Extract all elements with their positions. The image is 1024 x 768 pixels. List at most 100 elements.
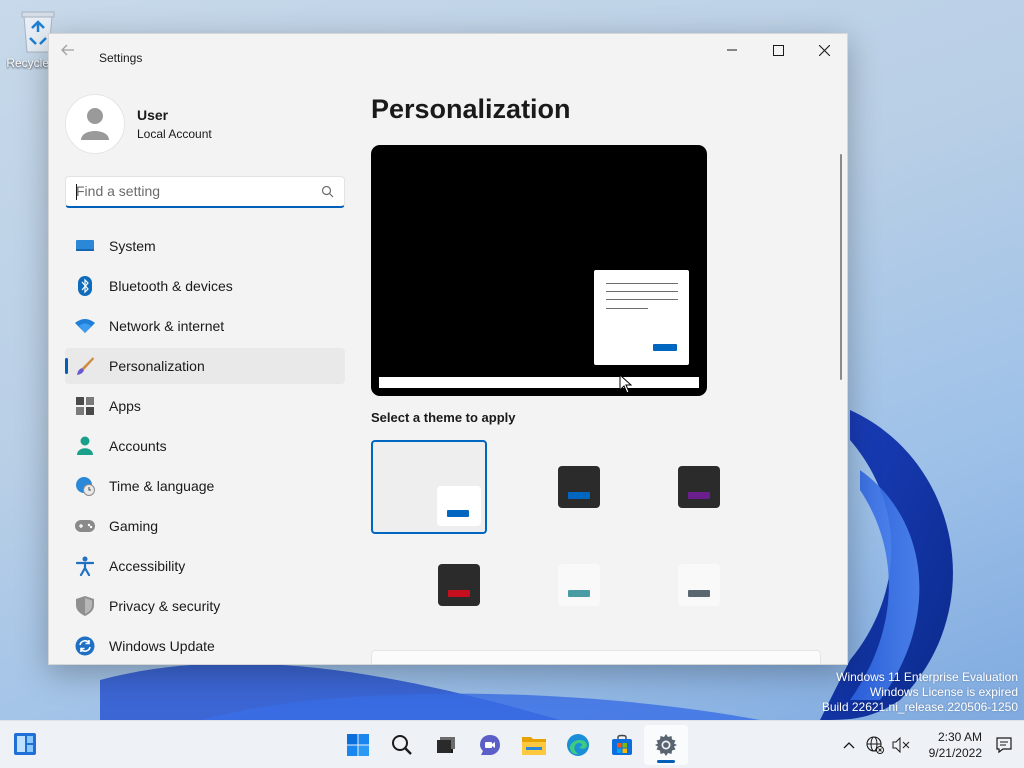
preview-window-card: [594, 270, 689, 365]
search-icon[interactable]: [321, 185, 334, 203]
system-tray: 2:30 AM 9/21/2022: [837, 721, 1024, 768]
speaker-muted-icon: [892, 737, 909, 753]
wifi-icon: [75, 316, 95, 336]
theme-option-flow[interactable]: [521, 538, 637, 632]
close-button[interactable]: [801, 34, 847, 66]
theme-option-light[interactable]: [371, 440, 487, 534]
clock-date: 9/21/2022: [928, 746, 982, 760]
theme-tile: [558, 564, 600, 606]
preview-taskbar: [379, 377, 699, 388]
sidebar-item-label: Windows Update: [109, 638, 215, 654]
globe-clock-icon: [75, 476, 95, 496]
chevron-up-icon: [843, 742, 855, 749]
sidebar-item-label: Time & language: [109, 478, 215, 494]
sidebar-item-label: Network & internet: [109, 318, 225, 334]
taskbar: 2:30 AM 9/21/2022: [0, 720, 1024, 768]
mouse-cursor-icon: [619, 373, 633, 399]
sidebar-item-label: Gaming: [109, 518, 159, 534]
search-icon: [392, 735, 412, 755]
shield-icon: [75, 596, 95, 616]
edge-button[interactable]: [556, 721, 600, 768]
sidebar-item-privacy[interactable]: Privacy & security: [65, 588, 345, 624]
globe-icon: [866, 736, 884, 754]
preview-accent-button: [653, 344, 677, 351]
title-bar: Settings: [49, 34, 847, 66]
user-avatar-icon: [81, 108, 109, 140]
task-view-button[interactable]: [424, 721, 468, 768]
system-icon: [75, 236, 95, 256]
search-box[interactable]: [65, 176, 345, 208]
sidebar-item-gaming[interactable]: Gaming: [65, 508, 345, 544]
next-section-card[interactable]: [371, 650, 821, 664]
back-arrow-icon: [61, 44, 74, 56]
maximize-button[interactable]: [755, 34, 801, 66]
show-hidden-icons-button[interactable]: [837, 733, 861, 757]
sidebar-item-windows-update[interactable]: Windows Update: [65, 628, 345, 664]
volume-button[interactable]: [889, 733, 913, 757]
paintbrush-icon: [75, 356, 95, 376]
sidebar-item-personalization[interactable]: Personalization: [65, 348, 345, 384]
back-button[interactable]: [61, 43, 81, 59]
file-explorer-button[interactable]: [512, 721, 556, 768]
sidebar-item-label: Accounts: [109, 438, 167, 454]
theme-tile: [438, 564, 480, 606]
user-profile[interactable]: User Local Account: [65, 94, 212, 154]
sidebar-nav: System Bluetooth & devices Network & int…: [65, 228, 345, 664]
taskbar-apps: [336, 721, 688, 768]
sidebar-item-bluetooth[interactable]: Bluetooth & devices: [65, 268, 345, 304]
window-title: Settings: [99, 51, 143, 65]
sidebar-item-network[interactable]: Network & internet: [65, 308, 345, 344]
theme-option-dark[interactable]: [521, 440, 637, 534]
theme-tile: [558, 466, 600, 508]
sidebar-item-apps[interactable]: Apps: [65, 388, 345, 424]
apps-icon: [75, 396, 95, 416]
file-explorer-icon: [522, 737, 546, 755]
clock-time: 2:30 AM: [937, 730, 982, 744]
network-status-button[interactable]: [863, 733, 887, 757]
chat-button[interactable]: [468, 721, 512, 768]
notifications-button[interactable]: [992, 733, 1016, 757]
theme-tile: [437, 486, 481, 526]
widgets-icon: [14, 733, 36, 755]
minimize-icon: [727, 49, 737, 51]
minimize-button[interactable]: [709, 34, 755, 66]
text-caret: [76, 184, 77, 200]
theme-section-heading: Select a theme to apply: [371, 410, 516, 425]
theme-preview: [371, 145, 707, 396]
task-view-icon: [437, 737, 455, 753]
update-icon: [75, 636, 95, 656]
start-button[interactable]: [336, 721, 380, 768]
edge-icon: [567, 734, 589, 756]
accessibility-icon: [75, 556, 95, 576]
store-button[interactable]: [600, 721, 644, 768]
settings-icon: [655, 734, 677, 756]
sidebar-item-label: Bluetooth & devices: [109, 278, 233, 294]
sidebar-item-system[interactable]: System: [65, 228, 345, 264]
license-watermark: Windows 11 Enterprise Evaluation Windows…: [822, 670, 1018, 715]
gamepad-icon: [75, 516, 95, 536]
profile-name: User: [137, 107, 169, 123]
bluetooth-icon: [75, 276, 95, 296]
theme-option-glow[interactable]: [641, 440, 757, 534]
start-icon: [347, 734, 369, 756]
content-scrollbar[interactable]: [840, 154, 842, 380]
clock[interactable]: 2:30 AM 9/21/2022: [929, 729, 982, 761]
sidebar-item-label: Accessibility: [109, 558, 186, 574]
profile-account-type: Local Account: [137, 127, 212, 141]
watermark-license: Windows License is expired: [869, 685, 1018, 699]
sidebar-item-label: System: [109, 238, 156, 254]
settings-button[interactable]: [644, 725, 688, 765]
sidebar-item-time-language[interactable]: Time & language: [65, 468, 345, 504]
sidebar-item-accounts[interactable]: Accounts: [65, 428, 345, 464]
avatar: [65, 94, 125, 154]
search-button[interactable]: [380, 721, 424, 768]
page-title: Personalization: [371, 94, 571, 124]
watermark-build: Build 22621.ni_release.220506-1250: [821, 700, 1018, 714]
search-input[interactable]: [66, 177, 306, 205]
sidebar-item-accessibility[interactable]: Accessibility: [65, 548, 345, 584]
theme-option-captured-motion[interactable]: [401, 538, 517, 632]
theme-option-sunrise[interactable]: [641, 538, 757, 632]
accounts-icon: [75, 436, 95, 456]
chat-icon: [480, 735, 500, 755]
widgets-button[interactable]: [12, 731, 40, 759]
